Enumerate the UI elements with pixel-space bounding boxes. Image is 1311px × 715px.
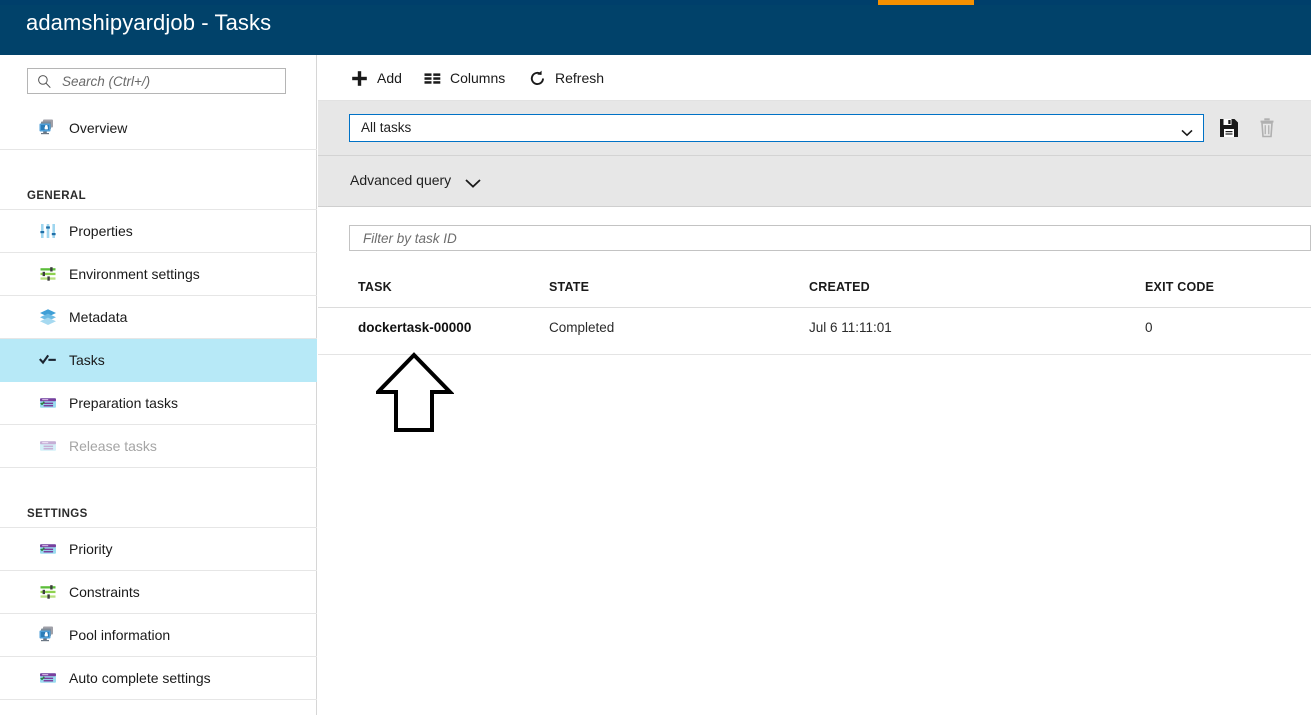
progress-indicator xyxy=(878,0,974,5)
advanced-query-row[interactable]: Advanced query xyxy=(318,156,1311,207)
cell-created: Jul 6 11:11:01 xyxy=(809,320,892,335)
sidebar-item-label: Tasks xyxy=(69,352,105,368)
task-card-icon xyxy=(38,539,58,559)
blade-header: adamshipyardjob - Tasks xyxy=(0,0,1311,55)
refresh-button[interactable]: Refresh xyxy=(528,65,604,91)
columns-button[interactable]: Columns xyxy=(423,65,505,91)
query-select[interactable]: All tasks xyxy=(349,114,1204,142)
query-select-value: All tasks xyxy=(361,120,412,135)
save-disk-icon xyxy=(1220,119,1238,137)
blade-sidebar: Overview GENERAL Properties xyxy=(0,55,317,715)
refresh-icon xyxy=(528,69,547,88)
advanced-query-label: Advanced query xyxy=(350,172,452,188)
azure-portal-blade: adamshipyardjob - Tasks Search (Ctrl+/) … xyxy=(0,0,1311,715)
sidebar-group-general: GENERAL xyxy=(0,170,317,210)
cell-state: Completed xyxy=(549,320,615,335)
settings-sliders-icon xyxy=(38,264,58,284)
settings-sliders-icon xyxy=(38,582,58,602)
tasks-table: TASK STATE CREATED EXIT CODE dockertask-… xyxy=(318,270,1311,355)
query-row: All tasks xyxy=(318,101,1311,156)
sidebar-item-label: Priority xyxy=(69,541,113,557)
task-filter[interactable] xyxy=(349,225,1311,251)
table-row[interactable]: dockertask-00000 Completed Jul 6 11:11:0… xyxy=(318,308,1311,355)
sidebar-item-label: Release tasks xyxy=(69,438,157,454)
sidebar-item-overview[interactable]: Overview xyxy=(0,107,317,150)
overview-monitor-icon xyxy=(38,118,58,138)
chevron-down-icon[interactable] xyxy=(464,176,482,188)
task-card-icon xyxy=(38,393,58,413)
column-header-exit-code[interactable]: EXIT CODE xyxy=(1145,280,1214,294)
check-task-icon xyxy=(38,350,58,370)
add-label: Add xyxy=(377,70,402,86)
sidebar-item-label: Properties xyxy=(69,223,133,239)
plus-icon xyxy=(350,69,369,88)
save-query-button[interactable] xyxy=(1216,115,1242,141)
sidebar-item-constraints[interactable]: Constraints xyxy=(0,571,317,614)
refresh-label: Refresh xyxy=(555,70,605,86)
search-input[interactable] xyxy=(60,69,280,93)
page-title: adamshipyardjob - Tasks xyxy=(26,10,272,35)
filter-input[interactable] xyxy=(361,226,1291,250)
sidebar-item-label: Pool information xyxy=(69,627,171,643)
sidebar-item-release-tasks: Release tasks xyxy=(0,425,317,468)
column-header-created[interactable]: CREATED xyxy=(809,280,870,294)
command-bar: Add Columns Refresh xyxy=(318,55,1311,101)
sidebar-item-metadata[interactable]: Metadata xyxy=(0,296,317,339)
sidebar-item-tasks[interactable]: Tasks xyxy=(0,339,317,382)
column-header-task[interactable]: TASK xyxy=(358,280,392,294)
layers-icon xyxy=(38,307,58,327)
cell-task: dockertask-00000 xyxy=(358,320,472,335)
sidebar-item-label: Environment settings xyxy=(69,266,200,282)
sidebar-group-settings: SETTINGS xyxy=(0,488,317,528)
search-icon xyxy=(37,74,52,89)
chevron-down-icon xyxy=(1181,124,1193,137)
sidebar-item-pool-information[interactable]: Pool information xyxy=(0,614,317,657)
overview-monitor-icon xyxy=(38,625,58,645)
sidebar-search[interactable] xyxy=(27,68,286,94)
column-header-state[interactable]: STATE xyxy=(549,280,589,294)
sidebar-item-priority[interactable]: Priority xyxy=(0,528,317,571)
sidebar-nav: Overview GENERAL Properties Environment … xyxy=(0,107,317,700)
columns-label: Columns xyxy=(450,70,506,86)
sidebar-item-label: Overview xyxy=(69,120,128,136)
sidebar-item-properties[interactable]: Properties xyxy=(0,210,317,253)
sidebar-item-preparation-tasks[interactable]: Preparation tasks xyxy=(0,382,317,425)
sidebar-item-label: Preparation tasks xyxy=(69,395,178,411)
sidebar-item-label: Metadata xyxy=(69,309,128,325)
table-header-row: TASK STATE CREATED EXIT CODE xyxy=(318,270,1311,308)
sliders-icon xyxy=(38,221,58,241)
top-progress-strip xyxy=(0,0,1311,5)
trash-icon xyxy=(1260,118,1274,138)
blade-content: Add Columns Refresh All tasks Advanced q… xyxy=(318,55,1311,715)
sidebar-item-label: Auto complete settings xyxy=(69,670,211,686)
task-card-icon xyxy=(38,436,58,456)
add-button[interactable]: Add xyxy=(350,65,402,91)
columns-icon xyxy=(423,69,442,88)
sidebar-item-label: Constraints xyxy=(69,584,140,600)
cell-exit-code: 0 xyxy=(1145,320,1153,335)
task-card-icon xyxy=(38,668,58,688)
delete-query-button xyxy=(1254,115,1280,141)
sidebar-item-auto-complete-settings[interactable]: Auto complete settings xyxy=(0,657,317,700)
sidebar-item-environment-settings[interactable]: Environment settings xyxy=(0,253,317,296)
